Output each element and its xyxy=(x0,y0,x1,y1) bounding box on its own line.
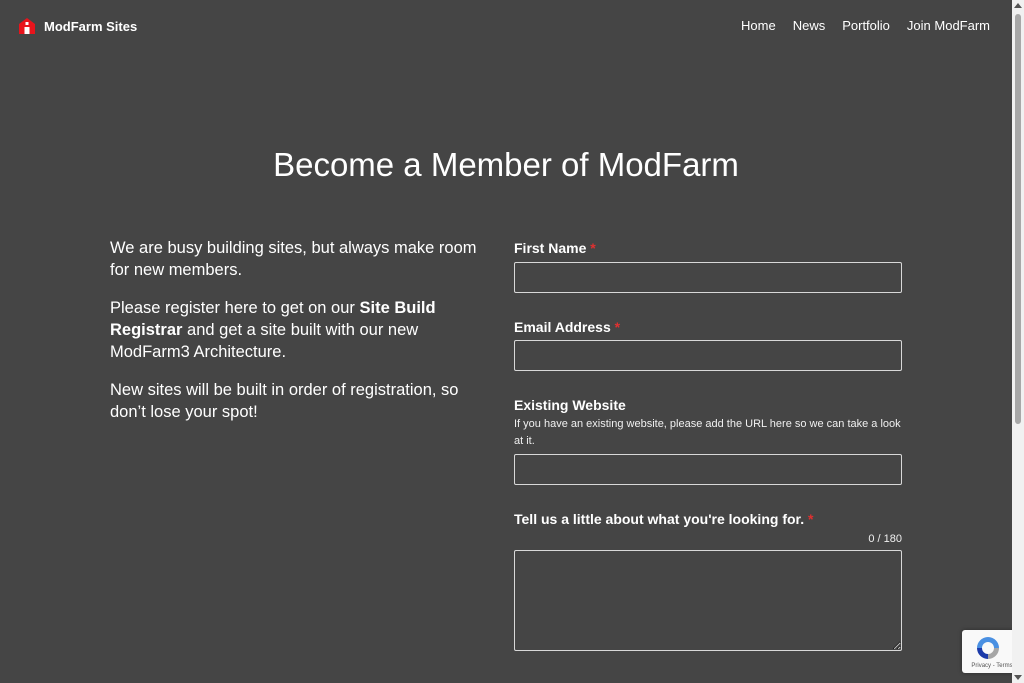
page-scrollbar[interactable] xyxy=(1012,0,1024,683)
website-help-text: If you have an existing website, please … xyxy=(514,418,901,447)
character-counter: 0 / 180 xyxy=(868,533,902,545)
website-field: Existing Website If you have an existing… xyxy=(514,397,902,485)
site-name: ModFarm Sites xyxy=(44,18,138,34)
scrollbar-thumb[interactable] xyxy=(1015,14,1021,424)
intro-paragraph-1: We are busy building sites, but always m… xyxy=(110,239,477,279)
website-label: Existing Website xyxy=(514,397,626,413)
intro-paragraph-2: Please register here to get on our Site … xyxy=(110,297,495,363)
intro-text: We are busy building sites, but always m… xyxy=(110,237,495,439)
registration-form: First Name * Email Address * Existing We… xyxy=(514,240,902,651)
first-name-input[interactable] xyxy=(514,262,902,293)
nav-news[interactable]: News xyxy=(793,18,826,33)
looking-for-textarea[interactable] xyxy=(514,550,902,651)
first-name-label: First Name * xyxy=(514,240,902,256)
email-label-text: Email Address xyxy=(514,319,611,335)
intro-p2-start: Please register here to get on our xyxy=(110,299,360,317)
required-marker: * xyxy=(590,240,596,256)
looking-for-label: Tell us a little about what you're looki… xyxy=(514,511,902,527)
scroll-up-arrow-icon[interactable] xyxy=(1014,3,1022,8)
nav-portfolio[interactable]: Portfolio xyxy=(842,18,890,33)
looking-for-field: Tell us a little about what you're looki… xyxy=(514,511,902,651)
nav-join-modfarm[interactable]: Join ModFarm xyxy=(907,18,990,33)
required-marker: * xyxy=(808,511,814,527)
email-input[interactable] xyxy=(514,340,902,371)
scroll-down-arrow-icon[interactable] xyxy=(1014,675,1022,680)
site-header: ModFarm Sites Home News Portfolio Join M… xyxy=(0,0,1012,52)
first-name-field: First Name * xyxy=(514,240,902,293)
email-label: Email Address * xyxy=(514,319,902,335)
email-field: Email Address * xyxy=(514,319,902,371)
recaptcha-icon xyxy=(977,637,999,659)
site-logo[interactable]: ModFarm Sites xyxy=(18,17,137,35)
page-title: Become a Member of ModFarm xyxy=(273,146,739,183)
main-nav: Home News Portfolio Join ModFarm xyxy=(741,18,990,33)
first-name-label-text: First Name xyxy=(514,240,587,256)
intro-paragraph-3: New sites will be built in order of regi… xyxy=(110,381,459,421)
website-input[interactable] xyxy=(514,454,902,485)
required-marker: * xyxy=(614,319,621,335)
nav-home[interactable]: Home xyxy=(741,18,776,33)
looking-for-label-text: Tell us a little about what you're looki… xyxy=(514,511,805,527)
barn-icon xyxy=(19,18,35,34)
